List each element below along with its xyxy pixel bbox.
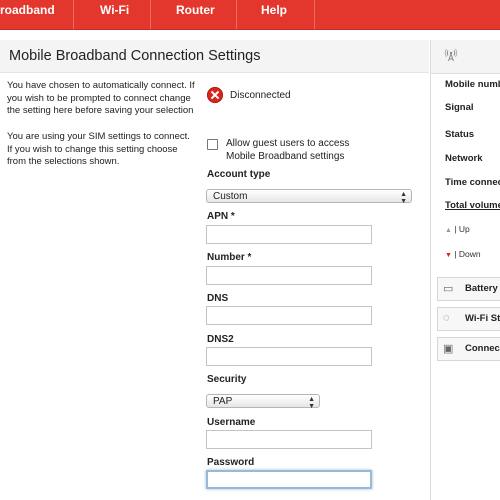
number-input[interactable] (206, 266, 372, 285)
nav-help[interactable]: Help (261, 0, 287, 29)
dns2-input[interactable] (206, 347, 372, 366)
security-select[interactable]: PAP ▲ ▼ (206, 394, 320, 410)
nav-divider (236, 0, 237, 29)
security-value: PAP (213, 396, 233, 407)
password-input[interactable] (206, 470, 372, 489)
connected-devices-section[interactable]: ▣ Connect (437, 337, 500, 361)
account-type-label: Account type (207, 169, 271, 180)
signal-label: Signal (445, 102, 474, 113)
nav-wifi[interactable]: Wi-Fi (100, 0, 129, 29)
account-type-select[interactable]: Custom ▲ ▼ (206, 189, 412, 205)
up-arrow-icon: ▲ (445, 227, 452, 234)
nav-divider (150, 0, 151, 29)
total-volume-link[interactable]: Total volume (445, 200, 500, 211)
dns2-label: DNS2 (207, 334, 234, 345)
status-label: Status (445, 129, 475, 140)
wifi-icon: ◌ (443, 312, 450, 324)
password-label: Password (207, 457, 255, 468)
sim-settings-help: You are using your SIM settings to conne… (7, 131, 190, 167)
guest-access-label: Allow guest users to access Mobile Broad… (226, 138, 350, 162)
dns-label: DNS (207, 293, 229, 304)
dns-input[interactable] (206, 306, 372, 325)
nav-router[interactable]: Router (176, 0, 215, 29)
select-arrows-icon: ▲ ▼ (400, 191, 407, 205)
apn-input[interactable] (206, 225, 372, 244)
security-label: Security (207, 374, 247, 385)
apn-label: APN * (207, 211, 235, 222)
account-type-value: Custom (213, 191, 248, 202)
guest-access-checkbox[interactable] (207, 139, 218, 150)
signal-tower-icon (444, 48, 458, 62)
upload-label: | Up (454, 224, 470, 234)
upload-row: ▲ | Up (445, 224, 470, 234)
username-input[interactable] (206, 430, 372, 449)
battery-icon: ▭ (443, 283, 454, 295)
sidebar-header (431, 40, 500, 74)
top-nav: roadband Wi-Fi Router Help (0, 0, 500, 30)
page-title: Mobile Broadband Connection Settings (9, 48, 261, 64)
status-sidebar: Mobile numb Signal Status Network Time c… (430, 40, 500, 500)
computer-icon: ▣ (443, 343, 454, 355)
download-label: | Down (454, 249, 481, 259)
nav-mobile-broadband[interactable]: roadband (0, 0, 55, 29)
battery-section[interactable]: ▭ Battery (437, 277, 500, 301)
time-connected-label: Time connec (445, 177, 500, 188)
nav-divider (314, 0, 315, 29)
select-arrows-icon: ▲ ▼ (308, 396, 315, 410)
connected-devices-label: Connect (465, 343, 500, 354)
mobile-number-label: Mobile numb (445, 79, 500, 90)
title-bar: Mobile Broadband Connection Settings (0, 40, 429, 73)
connection-status: Disconnected (230, 90, 291, 101)
nav-divider (73, 0, 74, 29)
error-x-icon (207, 87, 223, 103)
username-label: Username (207, 417, 256, 428)
battery-label: Battery (465, 283, 498, 294)
network-label: Network (445, 153, 483, 164)
down-arrow-icon: ▼ (445, 252, 452, 259)
wifi-status-label: Wi-Fi Sta (465, 313, 500, 324)
number-label: Number * (207, 252, 252, 263)
download-row: ▼ | Down (445, 249, 481, 259)
auto-connect-help: You have chosen to automatically connect… (7, 80, 195, 116)
wifi-status-section[interactable]: ◌ Wi-Fi Sta (437, 307, 500, 331)
